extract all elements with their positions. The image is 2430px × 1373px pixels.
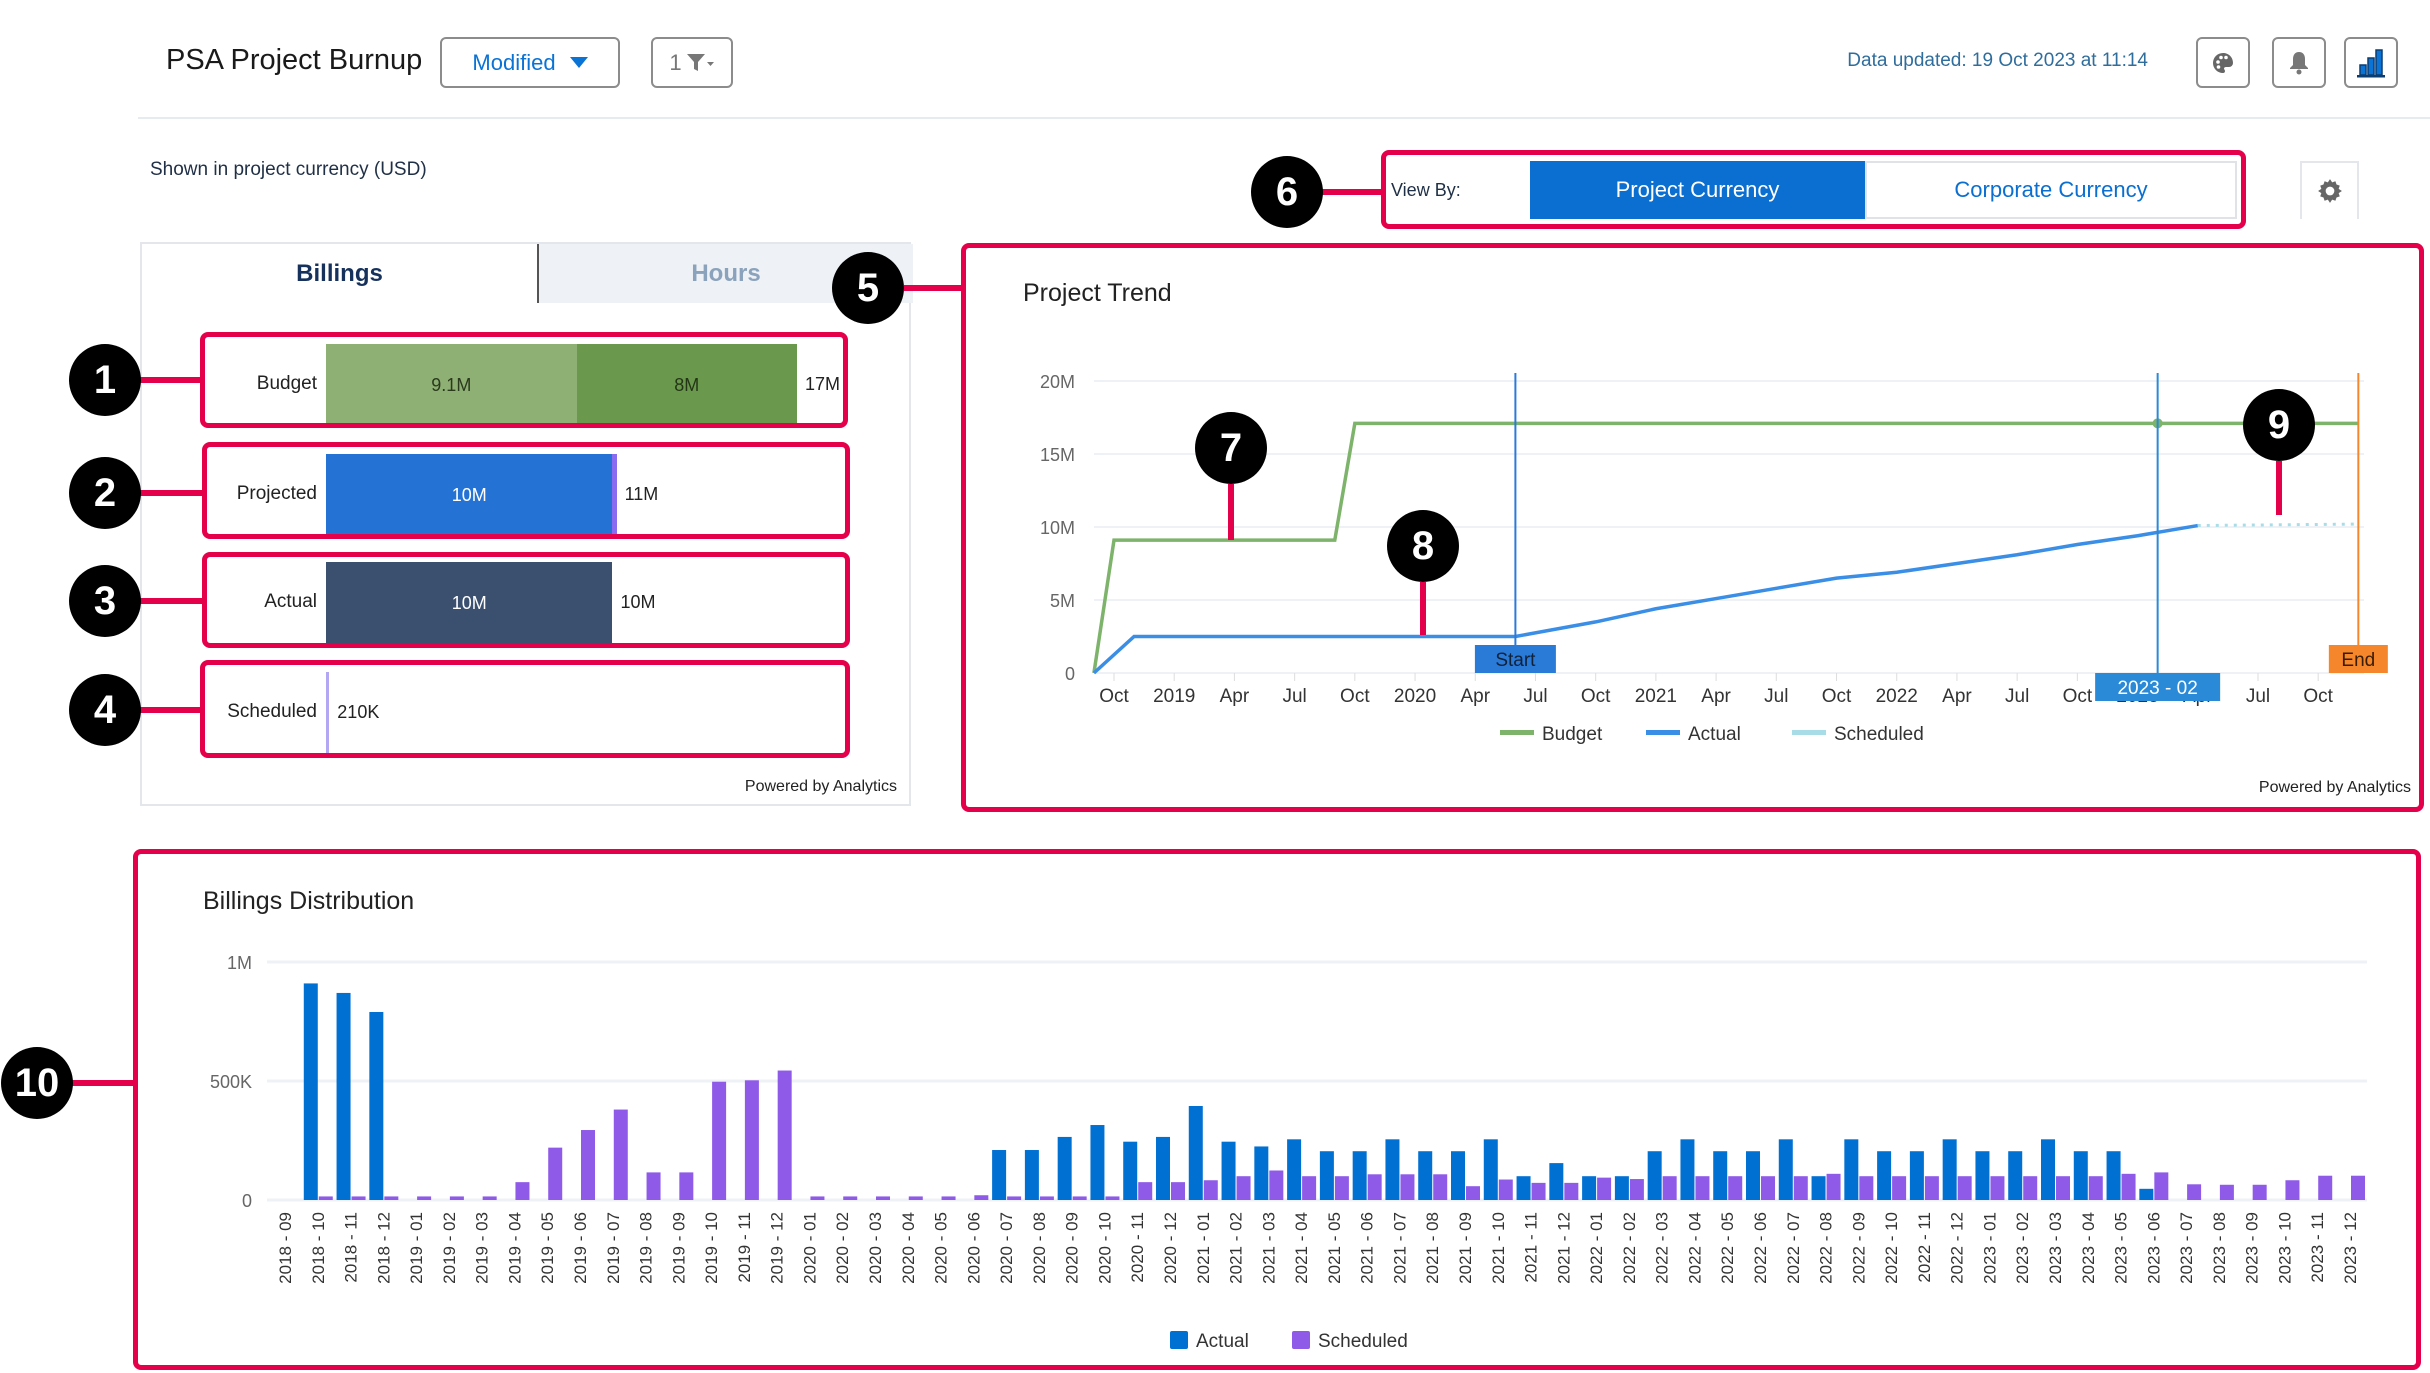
annotation-box xyxy=(133,849,2421,1370)
annotation-connector xyxy=(1420,582,1426,635)
annotation-marker: 4 xyxy=(69,674,141,746)
annotation-connector xyxy=(2276,461,2282,515)
annotation-connector xyxy=(140,707,202,713)
annotation-box xyxy=(961,243,2424,812)
annotation-box xyxy=(200,660,850,758)
annotation-connector xyxy=(1228,484,1234,540)
annotation-marker: 1 xyxy=(69,344,141,416)
annotation-marker: 8 xyxy=(1387,510,1459,582)
annotation-marker: 5 xyxy=(832,252,904,324)
annotation-box xyxy=(202,442,850,539)
annotation-marker: 2 xyxy=(69,457,141,529)
annotation-marker: 10 xyxy=(1,1047,73,1119)
annotation-marker: 9 xyxy=(2243,389,2315,461)
annotation-connector xyxy=(140,598,202,604)
annotation-connector xyxy=(904,285,964,291)
annotation-box xyxy=(1381,150,2246,229)
annotation-connector xyxy=(140,490,202,496)
annotation-box xyxy=(200,332,848,428)
annotation-connector xyxy=(72,1080,136,1086)
annotation-connector xyxy=(1322,189,1384,195)
annotation-marker: 7 xyxy=(1195,412,1267,484)
annotation-marker: 3 xyxy=(69,565,141,637)
annotation-connector xyxy=(140,377,202,383)
annotation-box xyxy=(202,552,850,648)
annotation-marker: 6 xyxy=(1251,156,1323,228)
